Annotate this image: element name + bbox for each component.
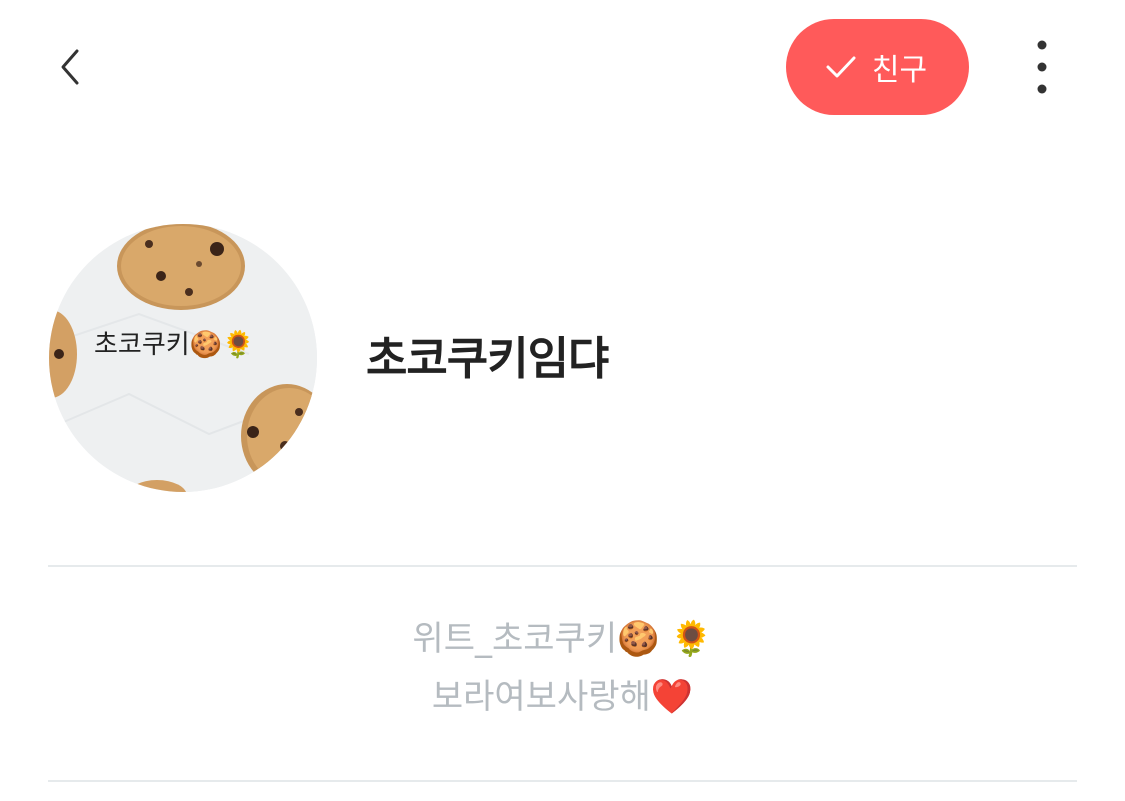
friend-button[interactable]: 친구	[786, 19, 969, 115]
status-line-2: 보라여보사랑해❤️	[431, 677, 694, 717]
top-bar: 친구	[0, 0, 1125, 140]
friend-button-label: 친구	[871, 53, 928, 88]
cookie-top	[117, 224, 245, 310]
vertical-ellipsis-icon	[1036, 40, 1048, 98]
chevron-left-icon	[57, 47, 83, 91]
check-icon	[824, 50, 858, 84]
avatar-caption: 초코쿠키🍪🌻	[94, 330, 255, 360]
avatar[interactable]: 초코쿠키🍪🌻	[49, 224, 317, 492]
more-options-button[interactable]	[1018, 36, 1066, 102]
divider-bottom	[48, 780, 1077, 782]
status-line-1: 위트_초코쿠키🍪 🌻	[412, 619, 713, 659]
profile-name: 초코쿠키임댜	[366, 332, 609, 385]
divider-top	[48, 565, 1077, 567]
back-button[interactable]	[40, 36, 100, 102]
profile-section: 초코쿠키🍪🌻 초코쿠키임댜	[0, 200, 1125, 520]
status-message: 위트_초코쿠키🍪 🌻 보라여보사랑해❤️	[0, 610, 1125, 726]
